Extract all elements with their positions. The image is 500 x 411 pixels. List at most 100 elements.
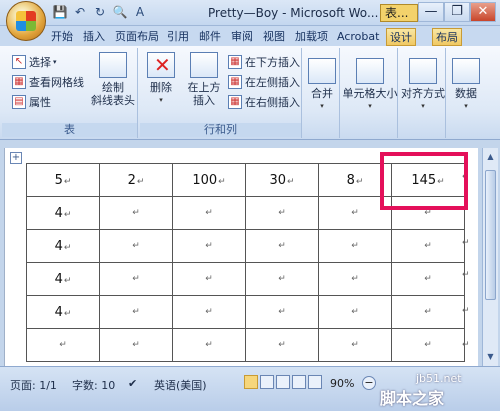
table-cell[interactable]: ↵ — [172, 196, 246, 230]
draw-diagonal-header-button[interactable]: 绘制 斜线表头 — [90, 52, 136, 107]
alignment-button[interactable]: 对齐方式 ▾ — [400, 58, 446, 113]
table-cell[interactable]: ↵ — [245, 229, 319, 263]
table-row: ↵ ↵ ↵ ↵ ↵ ↵ — [26, 328, 465, 362]
cell-end-mark: ↵ — [205, 307, 213, 317]
scroll-down-icon[interactable]: ▼ — [483, 350, 498, 364]
cell-value: 4 — [54, 205, 63, 221]
tab-layout[interactable]: 布局 — [432, 28, 462, 46]
language[interactable]: 英语(美国) — [154, 377, 207, 393]
table-cell[interactable]: ↵ — [172, 295, 246, 329]
insert-above-icon — [190, 52, 218, 78]
table-cell[interactable]: 4↵ — [26, 196, 100, 230]
table-cell[interactable]: ↵ — [245, 196, 319, 230]
data-button[interactable]: 数据 ▾ — [448, 58, 484, 113]
view-gridlines-button[interactable]: ▦ 查看网格线 — [12, 74, 84, 90]
group-label-rows-columns: 行和列 — [140, 123, 301, 137]
properties-icon: ▤ — [12, 95, 26, 109]
quick-access-toolbar: 💾 ↶ ↻ 🔍 A — [52, 4, 148, 20]
tab-page-layout[interactable]: 页面布局 — [112, 28, 162, 46]
table-cell[interactable]: ↵ — [318, 262, 392, 296]
insert-left-button[interactable]: ▦ 在左侧插入 — [228, 74, 300, 90]
close-button[interactable]: ✕ — [470, 2, 496, 22]
format-icon[interactable]: A — [132, 4, 148, 20]
merge-button[interactable]: 合并 ▾ — [306, 58, 338, 113]
cell-end-mark: ↵ — [218, 176, 226, 187]
table-cell[interactable]: 4↵ — [26, 229, 100, 263]
group-table: ↖ 选择 ▾ ▦ 查看网格线 ▤ 属性 绘制 斜线表头 表 — [2, 48, 138, 138]
view-buttons — [244, 375, 322, 389]
tab-view[interactable]: 视图 — [260, 28, 288, 46]
table-cell[interactable]: 5↵ — [26, 163, 100, 197]
table-cell[interactable]: ↵ — [391, 262, 465, 296]
table-cell[interactable]: 2↵ — [99, 163, 173, 197]
table-cell[interactable]: ↵ — [99, 229, 173, 263]
spellcheck-icon[interactable]: ✔ — [128, 377, 137, 390]
table-cell[interactable]: ↵ — [318, 295, 392, 329]
save-icon[interactable]: 💾 — [52, 4, 68, 20]
table-cell[interactable]: ↵ — [99, 328, 173, 362]
outline-view-icon[interactable] — [292, 375, 306, 389]
table-cell[interactable]: 4↵ — [26, 262, 100, 296]
tab-design[interactable]: 设计 — [386, 28, 416, 46]
table-cell[interactable]: ↵ — [99, 262, 173, 296]
table-cell[interactable]: ↵ — [172, 328, 246, 362]
table-cell[interactable]: ↵ — [391, 229, 465, 263]
table-cell[interactable]: ↵ — [99, 295, 173, 329]
table-cell[interactable]: ↵ — [318, 229, 392, 263]
undo-icon[interactable]: ↶ — [72, 4, 88, 20]
table-cell[interactable]: ↵ — [99, 196, 173, 230]
tab-acrobat[interactable]: Acrobat — [334, 28, 382, 46]
tab-addins[interactable]: 加载项 — [292, 28, 331, 46]
table-move-handle-icon[interactable]: + — [10, 152, 22, 164]
table-cell[interactable]: ↵ — [245, 262, 319, 296]
cell-end-mark: ↵ — [63, 176, 72, 187]
table-cell[interactable]: ↵ — [245, 295, 319, 329]
cell-end-mark: ↵ — [132, 208, 140, 218]
zoom-out-icon[interactable]: − — [362, 376, 376, 390]
print-preview-icon[interactable]: 🔍 — [112, 4, 128, 20]
cell-size-icon — [356, 58, 384, 84]
cell-size-button[interactable]: 单元格大小 ▾ — [342, 58, 398, 113]
table-row: 4↵ ↵ ↵ ↵ ↵ ↵ — [26, 229, 465, 263]
tab-references[interactable]: 引用 — [164, 28, 192, 46]
redo-icon[interactable]: ↻ — [92, 4, 108, 20]
scroll-up-icon[interactable]: ▲ — [483, 150, 498, 164]
table-cell[interactable]: ↵ — [172, 229, 246, 263]
draft-view-icon[interactable] — [308, 375, 322, 389]
insert-right-button[interactable]: ▦ 在右侧插入 — [228, 94, 300, 110]
insert-above-button[interactable]: 在上方 插入 — [184, 52, 224, 107]
tab-insert[interactable]: 插入 — [80, 28, 108, 46]
tab-mailings[interactable]: 邮件 — [196, 28, 224, 46]
word-count[interactable]: 字数: 10 — [72, 377, 115, 393]
tab-home[interactable]: 开始 — [48, 28, 76, 46]
zoom-level[interactable]: 90% — [330, 377, 354, 390]
print-layout-view-icon[interactable] — [244, 375, 258, 389]
group-merge: 合并 ▾ — [304, 48, 340, 138]
delete-button[interactable]: ✕ 删除 ▾ — [144, 52, 178, 107]
web-layout-view-icon[interactable] — [276, 375, 290, 389]
table-cell[interactable]: 4↵ — [26, 295, 100, 329]
vertical-scrollbar[interactable]: ▲ ▼ — [482, 148, 498, 366]
cell-end-mark: ↵ — [351, 340, 359, 350]
properties-button[interactable]: ▤ 属性 — [12, 94, 51, 110]
table-cell[interactable]: 100↵ — [172, 163, 246, 197]
table-cell[interactable]: ↵ — [245, 328, 319, 362]
table-cell[interactable]: ↵ — [172, 262, 246, 296]
scrollbar-thumb[interactable] — [485, 170, 496, 300]
table-cell[interactable]: 30↵ — [245, 163, 319, 197]
select-button[interactable]: ↖ 选择 ▾ — [12, 54, 57, 70]
insert-below-button[interactable]: ▦ 在下方插入 — [228, 54, 300, 70]
cell-end-mark: ↵ — [424, 340, 432, 350]
watermark: jb51.net 脚本之家 — [380, 372, 462, 408]
tab-review[interactable]: 审阅 — [228, 28, 256, 46]
full-screen-view-icon[interactable] — [260, 375, 274, 389]
table-cell[interactable]: ↵ — [318, 328, 392, 362]
page-count[interactable]: 页面: 1/1 — [10, 377, 57, 393]
table-cell[interactable]: ↵ — [391, 328, 465, 362]
table-cell[interactable]: ↵ — [391, 295, 465, 329]
office-button[interactable] — [6, 1, 46, 41]
restore-button[interactable]: ❐ — [444, 2, 470, 22]
table-cell[interactable]: ↵ — [26, 328, 100, 362]
minimize-button[interactable]: — — [418, 2, 444, 22]
group-label-table: 表 — [2, 123, 137, 137]
